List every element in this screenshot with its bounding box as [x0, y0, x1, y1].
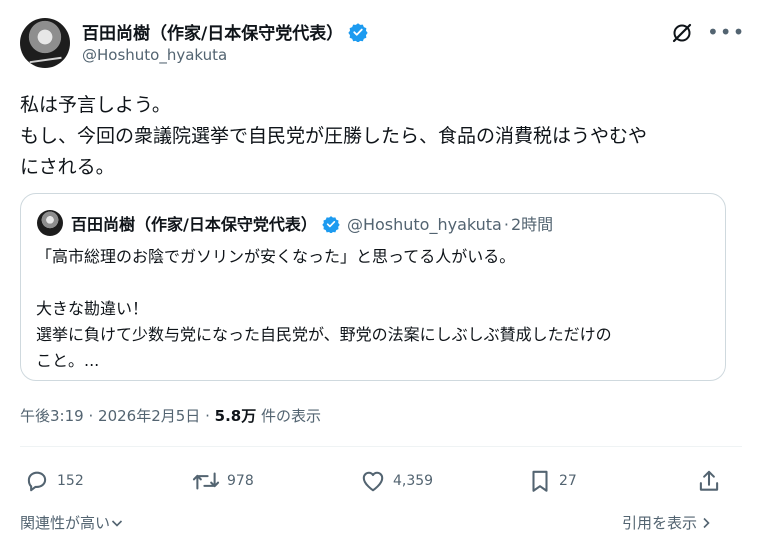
grok-icon[interactable]: [670, 21, 694, 45]
chevron-down-icon: [111, 520, 123, 527]
divider: [20, 446, 742, 447]
author-avatar[interactable]: [20, 18, 70, 68]
quoted-author-handle: @Hoshuto_hyakuta: [346, 215, 502, 234]
quoted-author-avatar: [37, 210, 63, 236]
view-count: 5.8万: [214, 407, 257, 425]
quoted-tweet[interactable]: 百田尚樹（作家/日本保守党代表） @Hoshuto_hyakuta · 2時間 「高…: [20, 193, 726, 381]
tweet-meta: 午後3:19 · 2026年2月5日 · 5.8万 件の表示: [20, 405, 321, 426]
quotes-label: 引用を表示: [622, 514, 698, 532]
reply-button[interactable]: 152: [24, 468, 84, 494]
bookmark-icon: [532, 470, 548, 492]
author-handle[interactable]: @Hoshuto_hyakuta: [82, 46, 227, 64]
quoted-time: 2時間: [510, 215, 554, 234]
reply-sort-dropdown[interactable]: 関連性が高い: [20, 512, 123, 533]
repost-button[interactable]: 978: [192, 468, 254, 494]
quoted-author-name: 百田尚樹（作家/日本保守党代表）: [71, 215, 317, 234]
verified-badge-icon: [348, 23, 368, 42]
avatar-signature: [28, 47, 62, 64]
tweet-text: 私は予言しよう。 もし、今回の衆議院選挙で自民党が圧勝したら、食品の消費税はうや…: [20, 94, 648, 178]
like-button[interactable]: 4,359: [360, 468, 433, 494]
bookmark-button[interactable]: 27: [528, 468, 577, 494]
reply-count: 152: [57, 473, 84, 489]
reply-icon: [27, 471, 47, 492]
heart-icon: [362, 471, 384, 492]
share-button[interactable]: [696, 468, 729, 494]
views-label: 件の表示: [261, 407, 322, 425]
view-quotes-link[interactable]: 引用を表示: [622, 512, 712, 533]
more-icon[interactable]: •••: [707, 20, 745, 44]
like-count: 4,359: [393, 473, 434, 489]
chevron-right-icon: [703, 517, 710, 529]
meta-separator: ·: [88, 407, 94, 425]
meta-separator: ·: [205, 407, 210, 425]
share-icon: [699, 470, 719, 491]
sort-label: 関連性が高い: [20, 514, 111, 532]
bookmark-count: 27: [559, 473, 577, 489]
tweet-time[interactable]: 午後3:19: [20, 407, 84, 425]
quoted-tweet-header: 百田尚樹（作家/日本保守党代表） @Hoshuto_hyakuta · 2時間: [71, 211, 553, 235]
repost-icon: [192, 472, 220, 490]
quoted-separator: ·: [503, 215, 509, 234]
author-display-name[interactable]: 百田尚樹（作家/日本保守党代表）: [82, 19, 368, 44]
quoted-tweet-text: 「高市総理のお陰でガソリンが安くなった」と思ってる人がいる。 大きな勘違い！ 選…: [36, 247, 612, 370]
verified-badge-icon: [322, 216, 340, 233]
repost-count: 978: [227, 473, 254, 489]
tweet-date[interactable]: 2026年2月5日: [98, 407, 200, 425]
